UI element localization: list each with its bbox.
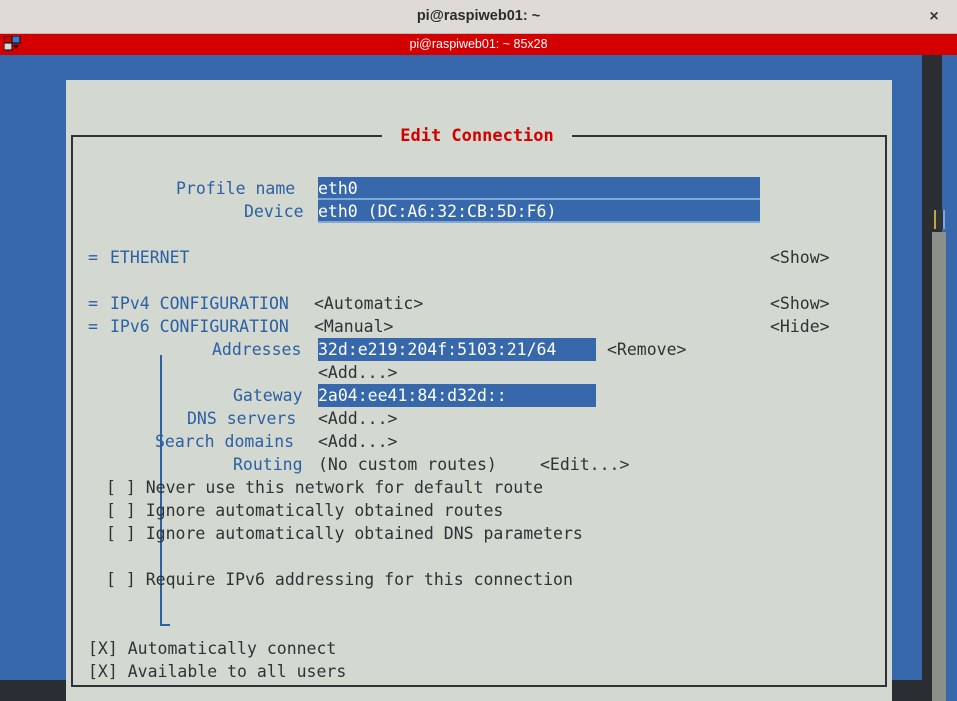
addresses-label: Addresses xyxy=(212,340,302,359)
close-icon[interactable]: × xyxy=(917,4,951,30)
ethernet-show-toggle[interactable]: <Show> xyxy=(770,246,830,269)
profile-name-label: Profile name xyxy=(176,179,296,198)
scroll-up-arrow-icon[interactable]: ↑ xyxy=(932,183,946,201)
routing-value: (No custom routes) xyxy=(318,455,497,474)
device-label: Device xyxy=(244,202,304,221)
ipv6-section-marker[interactable]: = xyxy=(88,315,98,338)
search-domains-label: Search domains xyxy=(155,432,295,451)
checkbox-available-all-users[interactable]: [X] Available to all users xyxy=(88,660,346,683)
checkbox-ignore-dns[interactable]: [ ] Ignore automatically obtained DNS pa… xyxy=(106,522,583,545)
gateway-value: 2a04:ee41:84:d32d:: xyxy=(318,386,507,405)
addresses-input[interactable]: 32d:e219:204f:5103:21/64 xyxy=(318,338,596,361)
ethernet-section-marker[interactable]: = xyxy=(88,246,98,269)
gateway-input[interactable]: 2a04:ee41:84:d32d:: xyxy=(318,384,596,407)
addresses-add-button[interactable]: <Add...> xyxy=(318,361,397,384)
profile-name-input[interactable]: eth0 xyxy=(318,177,760,200)
checkbox-require-ipv6[interactable]: [ ] Require IPv6 addressing for this con… xyxy=(106,568,573,591)
ipv4-section-title[interactable]: IPv4 CONFIGURATION xyxy=(110,292,289,315)
window-title: pi@raspiweb01: ~ xyxy=(416,8,541,24)
dns-servers-add-button[interactable]: <Add...> xyxy=(318,407,397,430)
checkbox-never-default-route[interactable]: [ ] Never use this network for default r… xyxy=(106,476,543,499)
terminal-tab-strip[interactable]: pi@raspiweb01: ~ 85x28 xyxy=(0,34,957,55)
ipv4-section-marker[interactable]: = xyxy=(88,292,98,315)
profile-name-value: eth0 xyxy=(318,179,358,198)
edit-connection-dialog: Edit Connection Profile name eth0 Device… xyxy=(66,80,946,701)
dialog-body: Profile name eth0 Device eth0 (DC:A6:32:… xyxy=(66,80,892,701)
addresses-remove-button[interactable]: <Remove> xyxy=(607,338,686,361)
ipv4-show-toggle[interactable]: <Show> xyxy=(770,292,830,315)
terminal-tab-label: pi@raspiweb01: ~ 85x28 xyxy=(409,37,548,51)
ipv6-hide-toggle[interactable]: <Hide> xyxy=(770,315,830,338)
dialog-scrollbar[interactable]: ↑ ↓ xyxy=(932,183,946,701)
gateway-label: Gateway xyxy=(233,386,303,405)
ethernet-section-title[interactable]: ETHERNET xyxy=(110,246,189,269)
profile-name-row: Profile name xyxy=(176,177,295,200)
device-value: eth0 (DC:A6:32:CB:5D:F6) xyxy=(318,202,557,221)
terminal-viewport: Edit Connection Profile name eth0 Device… xyxy=(0,55,957,701)
search-domains-add-button[interactable]: <Add...> xyxy=(318,430,397,453)
scrollbar-track[interactable] xyxy=(932,232,946,701)
routing-label: Routing xyxy=(233,455,303,474)
device-row: Device xyxy=(244,200,304,223)
scrollbar-thumb[interactable] xyxy=(934,210,945,229)
addresses-value: 32d:e219:204f:5103:21/64 xyxy=(318,340,557,359)
screen: pi@raspiweb01: ~ × pi@raspiweb01: ~ 85x2… xyxy=(0,0,957,701)
device-input[interactable]: eth0 (DC:A6:32:CB:5D:F6) xyxy=(318,200,760,223)
checkbox-ignore-routes[interactable]: [ ] Ignore automatically obtained routes xyxy=(106,499,503,522)
ipv6-method-select[interactable]: <Manual> xyxy=(314,315,393,338)
window-titlebar: pi@raspiweb01: ~ × xyxy=(0,0,957,34)
ipv6-section-title[interactable]: IPv6 CONFIGURATION xyxy=(110,315,289,338)
checkbox-automatically-connect[interactable]: [X] Automatically connect xyxy=(88,637,336,660)
dns-servers-label: DNS servers xyxy=(187,409,297,428)
ipv4-method-select[interactable]: <Automatic> xyxy=(314,292,423,315)
routing-edit-button[interactable]: <Edit...> xyxy=(540,453,629,476)
ipv6-section-branch-foot xyxy=(160,624,170,626)
